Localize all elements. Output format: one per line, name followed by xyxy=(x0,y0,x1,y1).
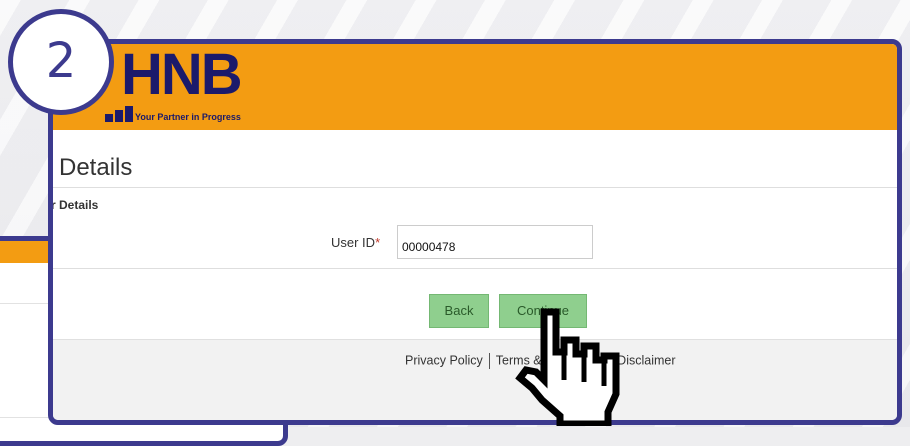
logo-mark-icon xyxy=(105,106,133,122)
divider xyxy=(488,353,490,369)
step-number-badge: 2 xyxy=(8,9,114,115)
footer: Privacy PolicyTerms & ConditionsDisclaim… xyxy=(53,339,897,420)
divider xyxy=(53,268,897,269)
privacy-policy-link[interactable]: Privacy Policy xyxy=(405,353,483,367)
site-header: HNB Your Partner in Progress xyxy=(53,44,897,130)
user-id-label: User ID* xyxy=(331,235,381,250)
logo-tagline: Your Partner in Progress xyxy=(135,112,241,122)
section-title: r Details xyxy=(51,198,99,212)
divider xyxy=(53,187,897,188)
logo-text: HNB xyxy=(121,42,243,107)
browser-window: HNB Your Partner in Progress Details r D… xyxy=(48,39,902,425)
required-mark: * xyxy=(375,235,381,250)
back-button[interactable]: Back xyxy=(429,294,489,328)
page-title: Details xyxy=(59,154,133,181)
user-id-input[interactable] xyxy=(397,225,593,259)
hand-pointer-icon xyxy=(515,308,620,426)
